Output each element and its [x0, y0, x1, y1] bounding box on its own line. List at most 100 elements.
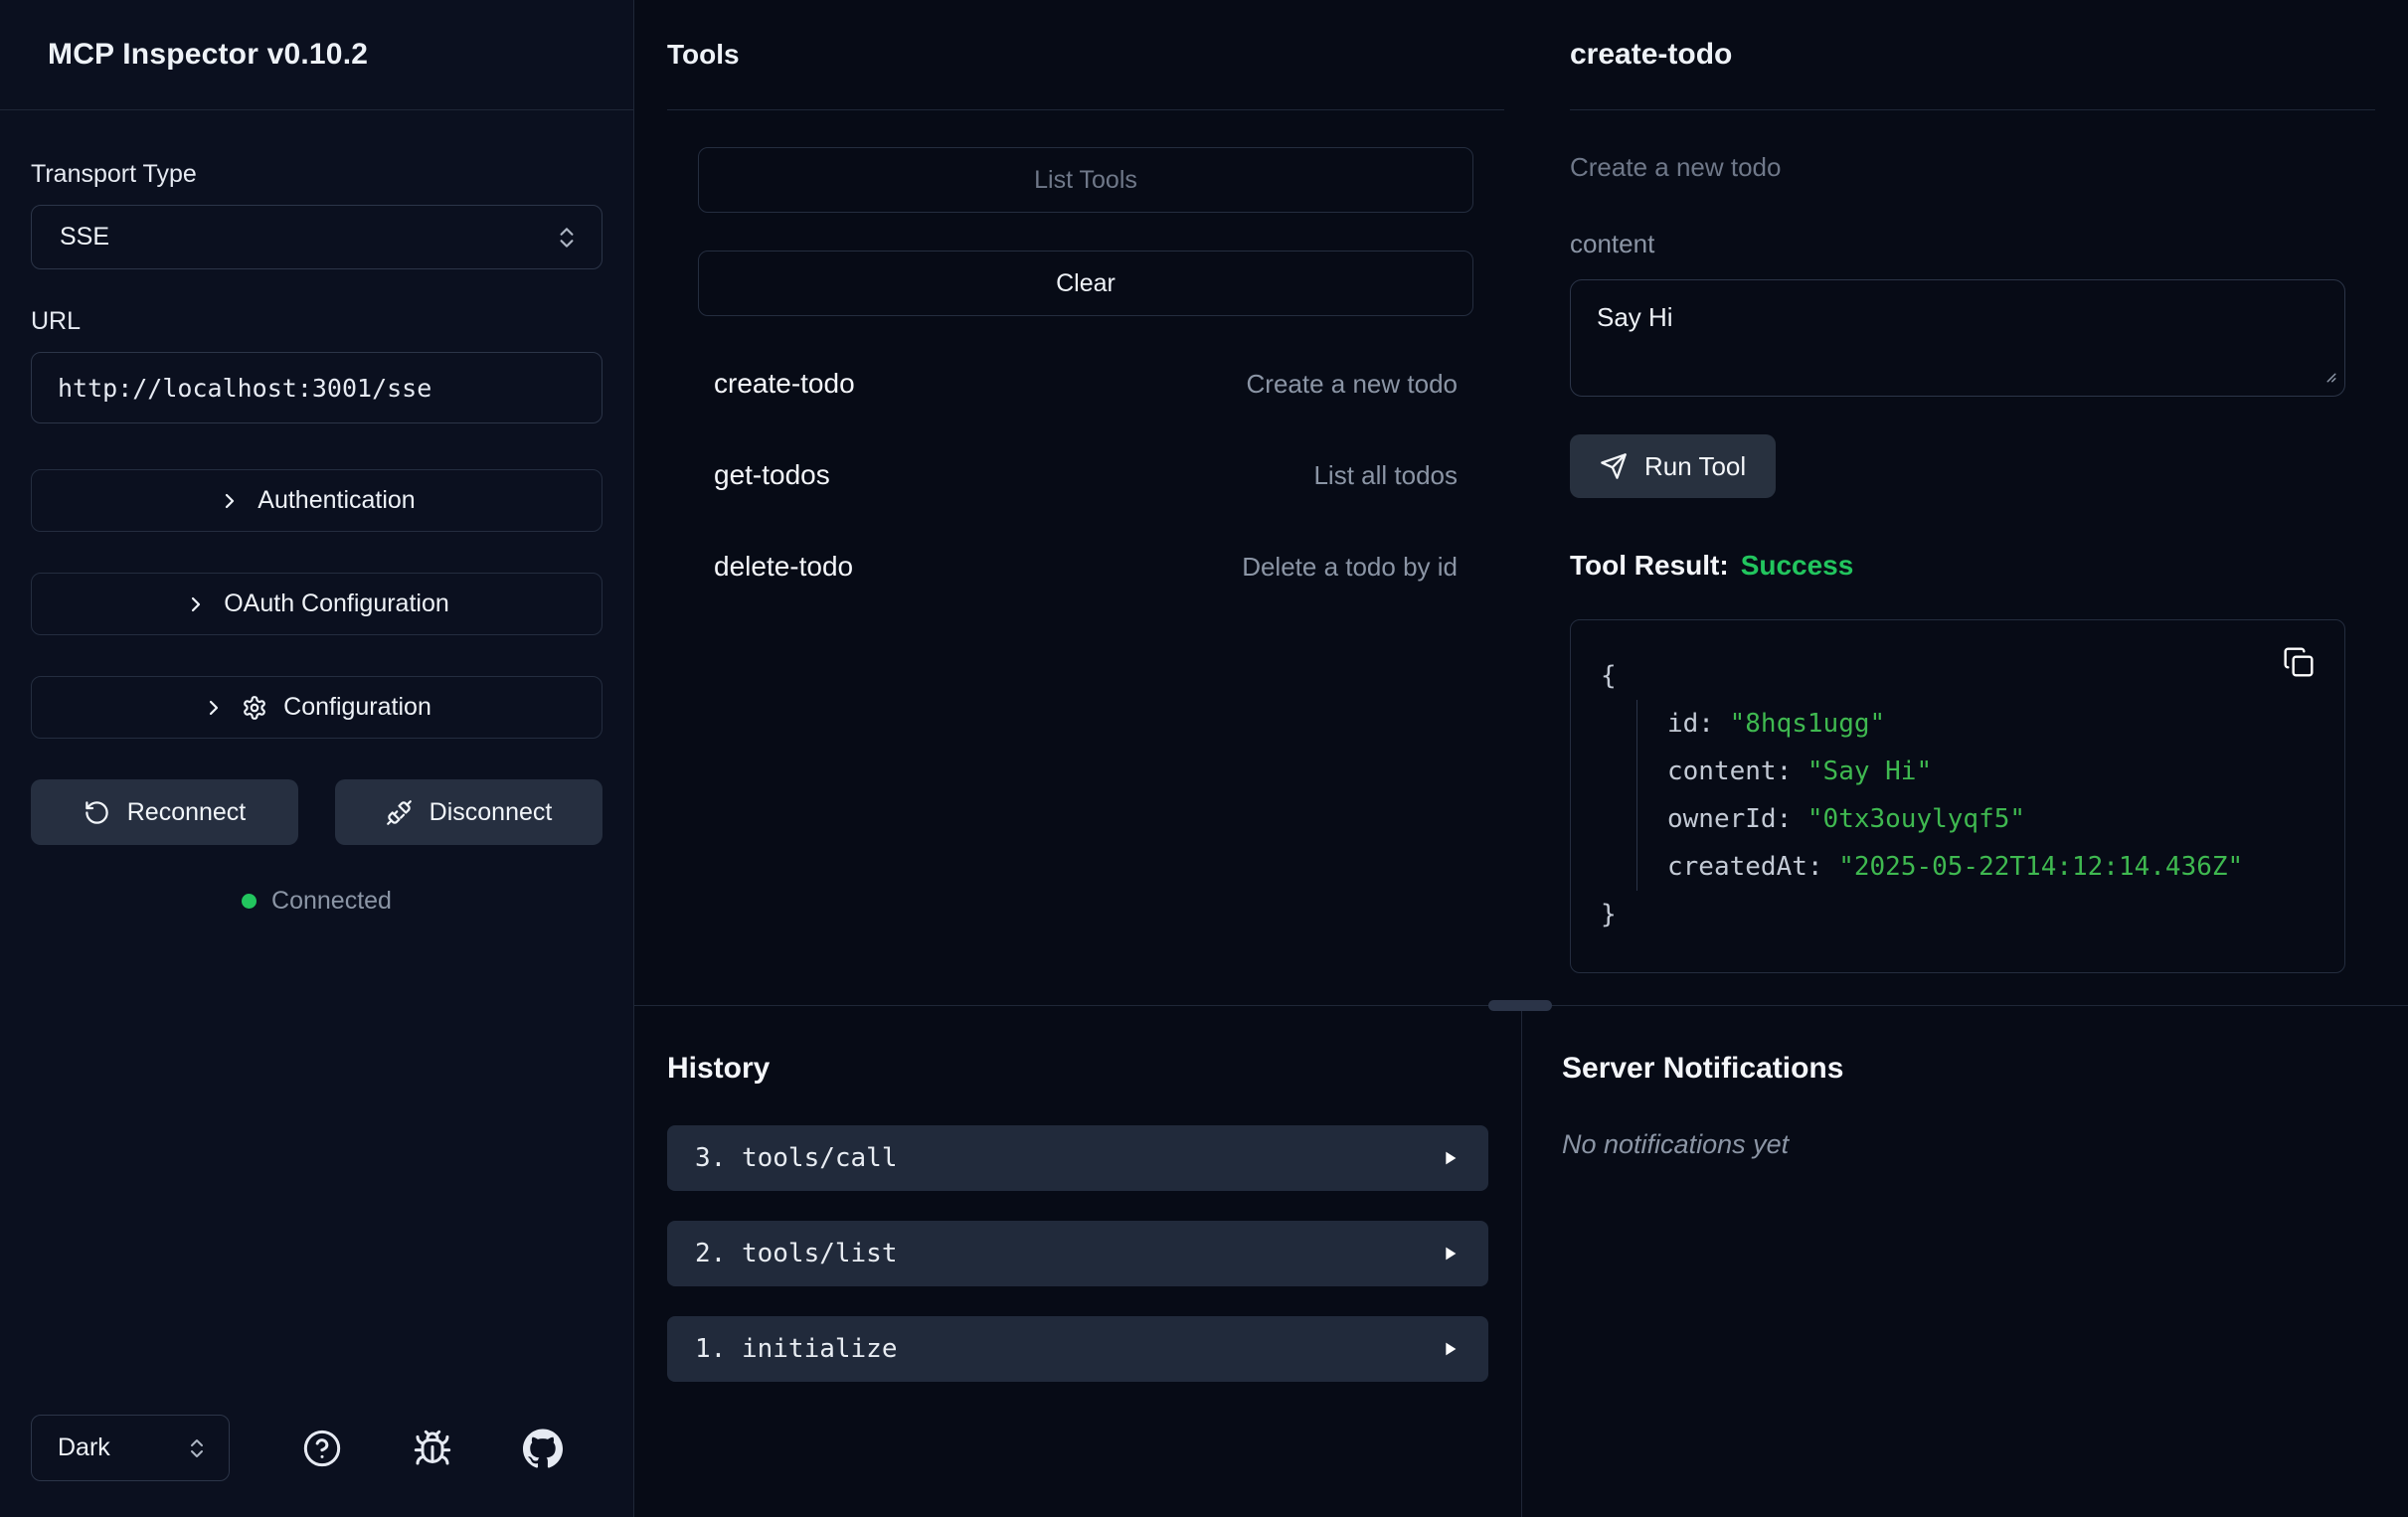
content-field[interactable]: Say Hi — [1570, 279, 2345, 397]
history-title: History — [667, 1052, 1488, 1086]
theme-select[interactable]: Dark — [31, 1415, 230, 1481]
history-panel: History 3. tools/call 2. tools/list 1. i… — [634, 1006, 1521, 1517]
tools-panel: Tools List Tools Clear create-todo Creat… — [634, 0, 1537, 1005]
history-item-tools-call[interactable]: 3. tools/call — [667, 1125, 1488, 1191]
tool-description: Create a new todo — [1247, 369, 1458, 400]
selected-tool-panel: create-todo Create a new todo content Sa… — [1537, 0, 2408, 1005]
url-input[interactable] — [31, 352, 602, 423]
json-close-brace: } — [1601, 891, 2315, 938]
bottom-row: History 3. tools/call 2. tools/list 1. i… — [634, 1006, 2408, 1517]
history-item-initialize[interactable]: 1. initialize — [667, 1316, 1488, 1382]
sidebar-footer: Dark — [0, 1415, 633, 1517]
configuration-accordion[interactable]: Configuration — [31, 676, 602, 739]
disconnect-label: Disconnect — [430, 798, 553, 827]
debug-button[interactable] — [413, 1429, 452, 1468]
unplug-icon — [386, 799, 413, 826]
history-item-label: 1. initialize — [695, 1334, 898, 1364]
tool-description: List all todos — [1313, 460, 1458, 491]
tool-result-line: Tool Result: Success — [1570, 550, 2375, 582]
expand-play-icon — [1439, 1338, 1461, 1360]
json-line: ownerId: "0tx3ouylyqf5" — [1667, 795, 2315, 843]
configuration-label: Configuration — [283, 693, 431, 722]
tool-list: create-todo Create a new todo get-todos … — [698, 338, 1473, 612]
top-row: Tools List Tools Clear create-todo Creat… — [634, 0, 2408, 1006]
theme-value: Dark — [58, 1433, 110, 1462]
authentication-label: Authentication — [258, 486, 415, 515]
panel-resize-handle[interactable] — [1488, 1000, 1552, 1011]
server-notifications-panel: Server Notifications No notifications ye… — [1521, 1006, 2408, 1517]
main-area: Tools List Tools Clear create-todo Creat… — [634, 0, 2408, 1517]
send-icon — [1600, 452, 1628, 480]
json-key: content: — [1667, 757, 1792, 786]
connected-dot-icon — [242, 894, 257, 909]
footer-icons — [302, 1429, 602, 1468]
transport-type-value: SSE — [60, 223, 109, 252]
github-icon — [523, 1429, 563, 1468]
json-line: createdAt: "2025-05-22T14:12:14.436Z" — [1667, 843, 2315, 891]
tool-row-delete-todo[interactable]: delete-todo Delete a todo by id — [698, 521, 1473, 612]
content-field-wrap: Say Hi — [1570, 279, 2345, 397]
expand-play-icon — [1439, 1243, 1461, 1264]
url-label: URL — [31, 307, 602, 336]
selected-tool-title: create-todo — [1570, 0, 2375, 110]
json-line: id: "8hqs1ugg" — [1667, 700, 2315, 748]
oauth-configuration-label: OAuth Configuration — [224, 590, 449, 618]
tool-result-label: Tool Result: — [1570, 550, 1729, 581]
chevron-right-icon — [218, 489, 242, 513]
github-button[interactable] — [523, 1429, 563, 1468]
json-value: "0tx3ouylyqf5" — [1807, 804, 2025, 834]
transport-type-label: Transport Type — [31, 160, 602, 189]
sidebar: MCP Inspector v0.10.2 Transport Type SSE… — [0, 0, 634, 1517]
json-key: createdAt: — [1667, 852, 1823, 882]
oauth-configuration-accordion[interactable]: OAuth Configuration — [31, 573, 602, 635]
chevron-right-icon — [202, 696, 226, 720]
authentication-accordion[interactable]: Authentication — [31, 469, 602, 532]
selected-tool-description: Create a new todo — [1570, 152, 2375, 183]
chevrons-up-down-icon — [554, 225, 580, 251]
history-item-tools-list[interactable]: 2. tools/list — [667, 1221, 1488, 1286]
json-value: "8hqs1ugg" — [1730, 709, 1886, 739]
clear-tools-button[interactable]: Clear — [698, 251, 1473, 316]
tool-name: create-todo — [714, 368, 855, 400]
help-circle-icon — [302, 1429, 342, 1468]
chevron-right-icon — [184, 592, 208, 616]
tool-name: delete-todo — [714, 551, 853, 583]
run-tool-label: Run Tool — [1644, 451, 1746, 482]
no-notifications-text: No notifications yet — [1562, 1129, 2368, 1160]
copy-json-button[interactable] — [2283, 646, 2315, 678]
selected-tool-content: Create a new todo content Say Hi Run Too… — [1570, 110, 2375, 973]
tool-description: Delete a todo by id — [1242, 552, 1458, 583]
tools-panel-title: Tools — [667, 0, 1504, 110]
reconnect-button[interactable]: Reconnect — [31, 779, 298, 845]
history-item-label: 2. tools/list — [695, 1239, 898, 1268]
tools-content: List Tools Clear create-todo Create a ne… — [667, 110, 1504, 612]
bug-icon — [413, 1429, 452, 1468]
list-tools-button[interactable]: List Tools — [698, 147, 1473, 213]
json-key: ownerId: — [1667, 804, 1792, 834]
tool-result-json: { id: "8hqs1ugg" content: "Say Hi" owner… — [1570, 619, 2345, 973]
gear-icon — [242, 695, 267, 721]
history-item-label: 3. tools/call — [695, 1143, 898, 1173]
connected-label: Connected — [271, 887, 392, 916]
server-notifications-title: Server Notifications — [1562, 1052, 2368, 1086]
copy-icon — [2283, 646, 2315, 678]
tool-row-create-todo[interactable]: create-todo Create a new todo — [698, 338, 1473, 429]
run-tool-button[interactable]: Run Tool — [1570, 434, 1776, 498]
json-value: "Say Hi" — [1807, 757, 1932, 786]
help-button[interactable] — [302, 1429, 342, 1468]
rotate-ccw-icon — [84, 799, 110, 826]
resize-grip-icon[interactable] — [2320, 366, 2337, 389]
json-value: "2025-05-22T14:12:14.436Z" — [1838, 852, 2243, 882]
json-line: content: "Say Hi" — [1667, 748, 2315, 795]
tool-name: get-todos — [714, 459, 830, 491]
tool-row-get-todos[interactable]: get-todos List all todos — [698, 429, 1473, 521]
connection-status: Connected — [31, 887, 602, 916]
disconnect-button[interactable]: Disconnect — [335, 779, 602, 845]
chevrons-up-down-icon — [185, 1436, 209, 1460]
json-body: id: "8hqs1ugg" content: "Say Hi" ownerId… — [1636, 700, 2315, 891]
reconnect-label: Reconnect — [127, 798, 247, 827]
sidebar-body: Transport Type SSE URL Authentication OA… — [0, 110, 633, 916]
json-open-brace: { — [1601, 652, 2315, 700]
transport-type-select[interactable]: SSE — [31, 205, 602, 269]
tool-result-status: Success — [1741, 550, 1854, 581]
